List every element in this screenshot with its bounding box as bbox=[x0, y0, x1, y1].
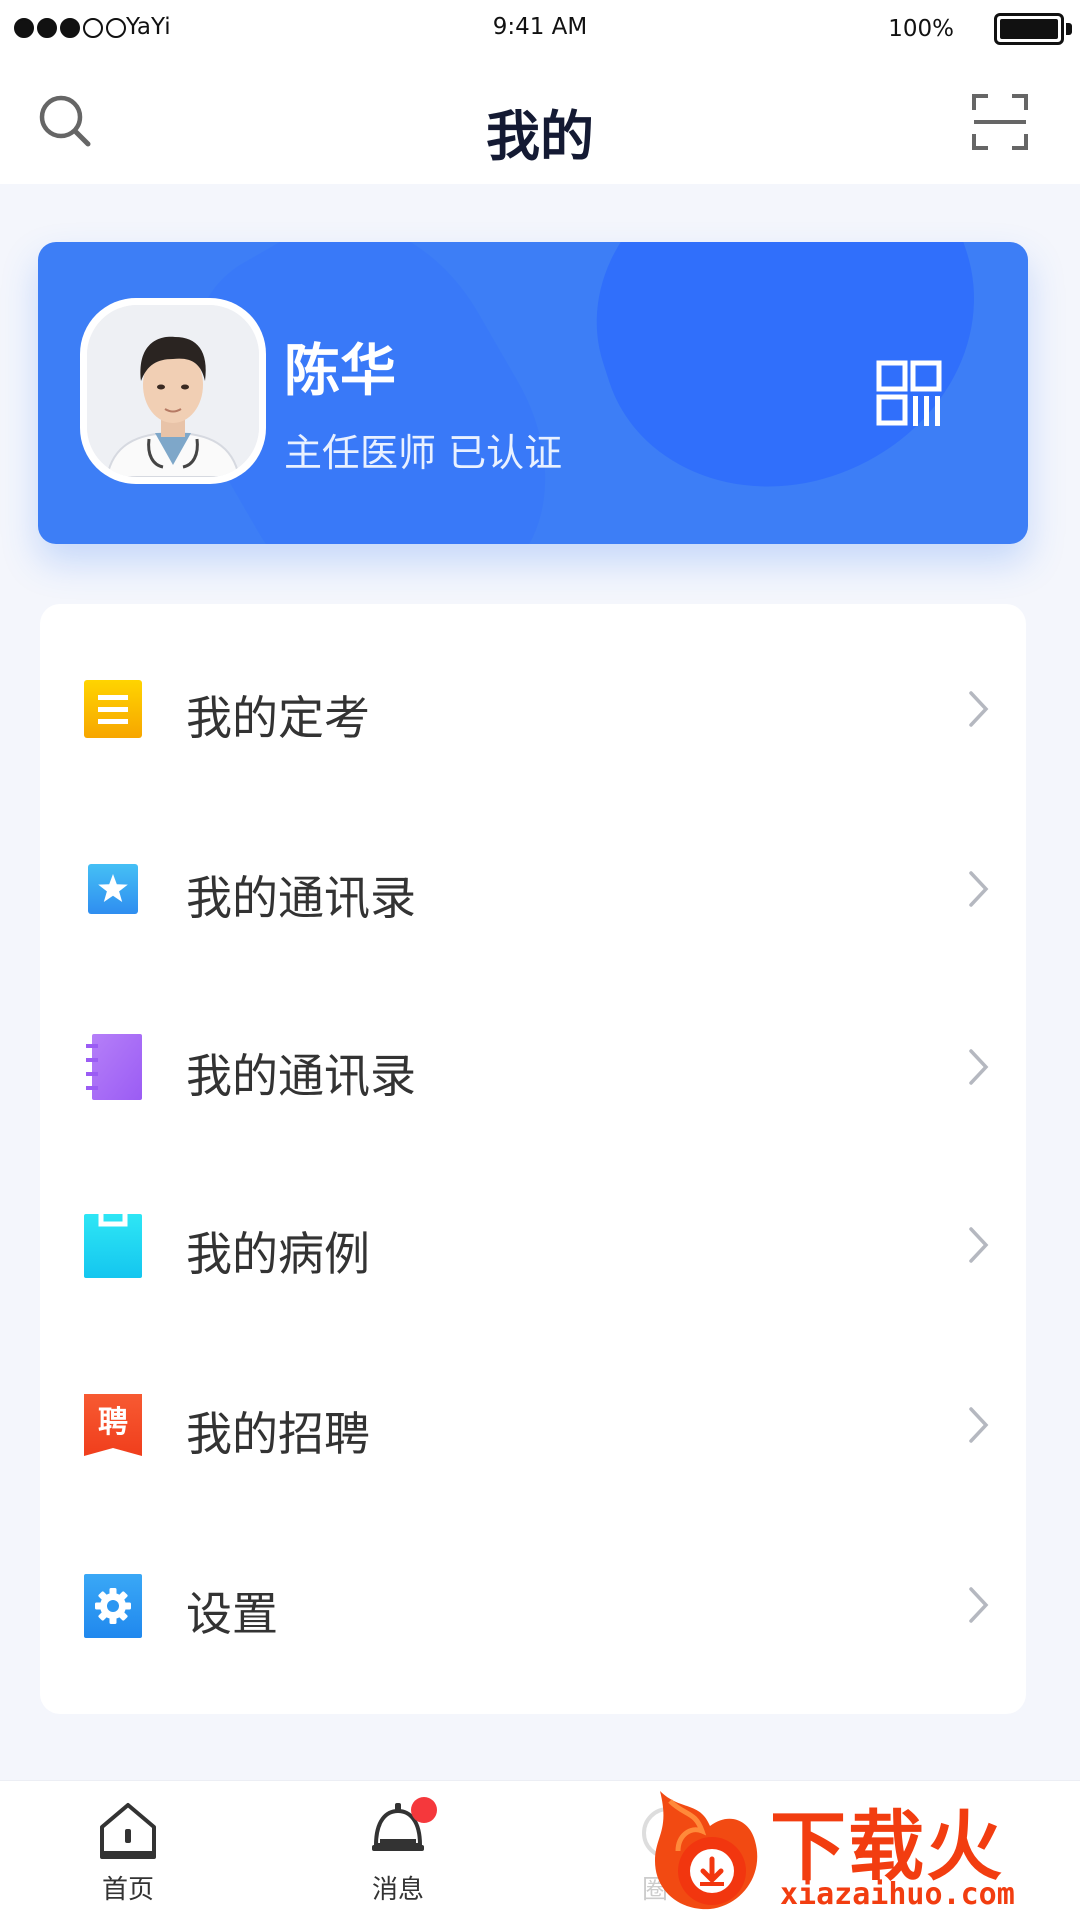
tab-home[interactable]: 首页 bbox=[48, 1799, 208, 1906]
menu-list: 我的定考 我的通讯录 我的通讯录 我的病例 聘 我的招聘 设置 bbox=[40, 604, 1026, 1714]
chevron-right-icon bbox=[969, 871, 989, 907]
recruit-icon: 聘 bbox=[84, 1394, 142, 1456]
tab-messages[interactable]: 消息 bbox=[318, 1797, 478, 1906]
svg-text:聘: 聘 bbox=[98, 1405, 128, 1440]
tab-bar: 首页 消息 圈子 下载火 xiazaihuo.com bbox=[0, 1780, 1080, 1920]
menu-item-exam[interactable]: 我的定考 bbox=[40, 648, 1026, 768]
fire-logo-icon bbox=[655, 1791, 758, 1910]
menu-item-cases[interactable]: 我的病例 bbox=[40, 1184, 1026, 1304]
page-title: 我的 bbox=[486, 105, 594, 168]
menu-item-label: 我的病例 bbox=[186, 1227, 370, 1281]
watermark-logo: 下载火 xiazaihuo.com bbox=[640, 1781, 1080, 1916]
battery-percentage: 100% bbox=[888, 16, 954, 42]
status-bar: YaYi 9:41 AM 100% bbox=[0, 0, 1080, 60]
chevron-right-icon bbox=[969, 1587, 989, 1623]
user-title: 主任医师 已认证 bbox=[284, 431, 563, 475]
battery-icon bbox=[994, 13, 1064, 45]
menu-item-label: 我的通讯录 bbox=[186, 871, 416, 925]
menu-item-label: 设置 bbox=[186, 1587, 278, 1641]
gear-icon bbox=[84, 1574, 142, 1638]
tab-label: 首页 bbox=[101, 1875, 154, 1905]
chevron-right-icon bbox=[969, 1049, 989, 1085]
chevron-right-icon bbox=[969, 1407, 989, 1443]
star-icon bbox=[88, 864, 138, 914]
notebook-icon bbox=[86, 1034, 142, 1100]
menu-item-contacts-favorites[interactable]: 我的通讯录 bbox=[40, 828, 1026, 948]
doctor-portrait-icon bbox=[87, 305, 259, 477]
tab-label: 消息 bbox=[371, 1875, 424, 1905]
home-icon bbox=[100, 1803, 156, 1859]
menu-item-contacts[interactable]: 我的通讯录 bbox=[40, 1006, 1026, 1126]
menu-item-label: 我的通讯录 bbox=[186, 1049, 416, 1103]
qr-code-icon[interactable] bbox=[876, 360, 942, 426]
profile-card[interactable]: 陈华 主任医师 已认证 bbox=[38, 242, 1028, 544]
menu-item-settings[interactable]: 设置 bbox=[40, 1544, 1026, 1664]
menu-item-label: 我的招聘 bbox=[186, 1407, 370, 1461]
chevron-right-icon bbox=[969, 691, 989, 727]
avatar[interactable] bbox=[80, 298, 266, 484]
chevron-right-icon bbox=[969, 1227, 989, 1263]
exam-icon bbox=[84, 680, 142, 738]
scan-icon[interactable] bbox=[972, 94, 1028, 150]
menu-item-label: 我的定考 bbox=[186, 691, 370, 745]
user-name: 陈华 bbox=[284, 339, 396, 404]
menu-item-recruitment[interactable]: 聘 我的招聘 bbox=[40, 1364, 1026, 1484]
notification-badge bbox=[411, 1797, 437, 1823]
clipboard-icon bbox=[84, 1214, 142, 1278]
watermark-url: xiazaihuo.com bbox=[780, 1877, 1015, 1912]
nav-bar: 我的 bbox=[0, 60, 1080, 184]
